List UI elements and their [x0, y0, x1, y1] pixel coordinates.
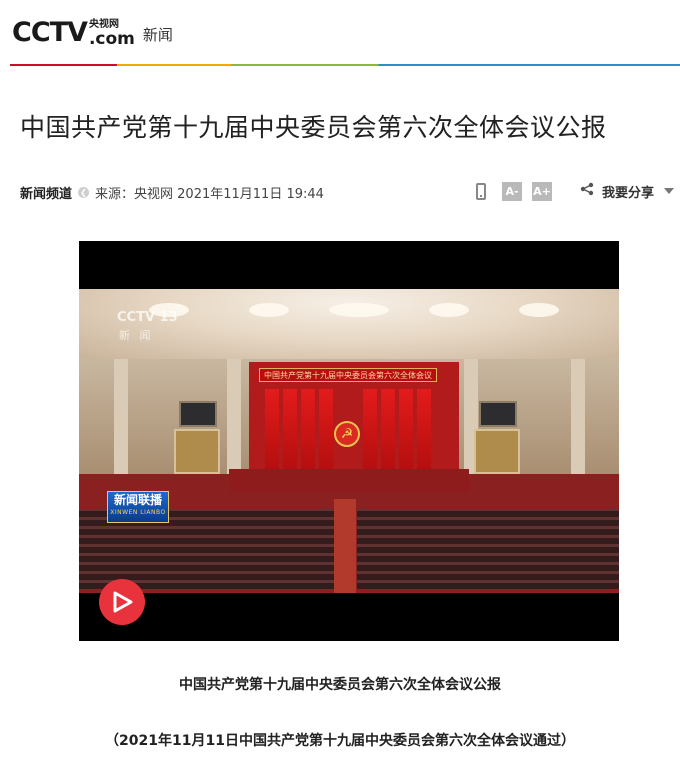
hall-screen	[179, 401, 217, 427]
article-meta: 新闻频道 ❮ 来源：央视网 2021年11月11日 19:44	[20, 182, 324, 202]
logo-com-text: .com	[88, 29, 135, 49]
program-logo-py: XINWEN LIANBO	[110, 509, 166, 516]
site-header: CCTV 央视网 .com 新闻	[0, 0, 680, 66]
hall-screen	[479, 401, 517, 427]
red-flag	[283, 389, 297, 469]
red-flag	[417, 389, 431, 469]
play-icon	[109, 589, 135, 615]
red-flag	[319, 389, 333, 469]
video-frame: 中国共产党第十九届中央委员会第六次全体会议 ☭ CCTV 13 新 闻	[79, 289, 619, 593]
chevron-down-icon[interactable]	[664, 188, 675, 194]
font-smaller-button[interactable]: A-	[502, 181, 522, 201]
red-flag	[363, 389, 377, 469]
red-flag	[265, 389, 279, 469]
red-flag	[399, 389, 413, 469]
cctv-logo[interactable]: CCTV 央视网 .com 新闻	[12, 10, 173, 48]
logo-small-group: 央视网 .com	[89, 20, 135, 48]
logo-cctv-text: CCTV	[12, 17, 88, 48]
share-button[interactable]: 我要分享	[580, 182, 675, 201]
play-button[interactable]	[99, 579, 145, 625]
share-icon	[580, 182, 594, 200]
chevron-left-icon: ❮	[78, 186, 90, 198]
ceiling-light	[329, 303, 389, 317]
ceiling-light	[249, 303, 289, 317]
mobile-icon[interactable]	[476, 182, 486, 200]
ceiling-light	[429, 303, 469, 317]
ceiling-light	[519, 303, 559, 317]
center-aisle	[334, 499, 356, 593]
article-subheading: （2021年11月11日中国共产党第十九届中央委员会第六次全体会议通过）	[105, 733, 575, 749]
article-source: 来源：央视网 2021年11月11日 19:44	[95, 186, 324, 202]
party-emblem-icon: ☭	[334, 421, 360, 447]
header-color-bar	[10, 64, 680, 66]
hall-podium	[229, 469, 469, 491]
hall-pillar	[571, 359, 585, 474]
red-flag	[381, 389, 395, 469]
logo-news-text: 新闻	[142, 26, 173, 44]
channel-watermark-news: 新 闻	[119, 329, 154, 342]
hall-pillar	[114, 359, 128, 474]
stage-banner: 中国共产党第十九届中央委员会第六次全体会议	[259, 368, 437, 382]
channel-watermark: CCTV 13	[117, 310, 178, 325]
page-title: 中国共产党第十九届中央委员会第六次全体会议公报	[20, 113, 607, 142]
font-larger-button[interactable]: A+	[532, 181, 552, 201]
video-player[interactable]: 中国共产党第十九届中央委员会第六次全体会议 ☭ CCTV 13 新 闻 新闻联播…	[79, 241, 619, 641]
hall-door	[174, 429, 220, 474]
audience-seats-right	[357, 509, 619, 589]
program-logo-zh: 新闻联播	[113, 493, 162, 507]
article-heading: 中国共产党第十九届中央委员会第六次全体会议公报	[179, 677, 501, 693]
hall-door	[474, 429, 520, 474]
share-label: 我要分享	[602, 185, 655, 201]
hall-pillar	[227, 359, 241, 474]
channel-link[interactable]: 新闻频道	[20, 183, 72, 202]
red-flag	[301, 389, 315, 469]
program-logo: 新闻联播 XINWEN LIANBO	[107, 491, 169, 523]
article-tools: A- A+ 我要分享	[476, 180, 675, 202]
